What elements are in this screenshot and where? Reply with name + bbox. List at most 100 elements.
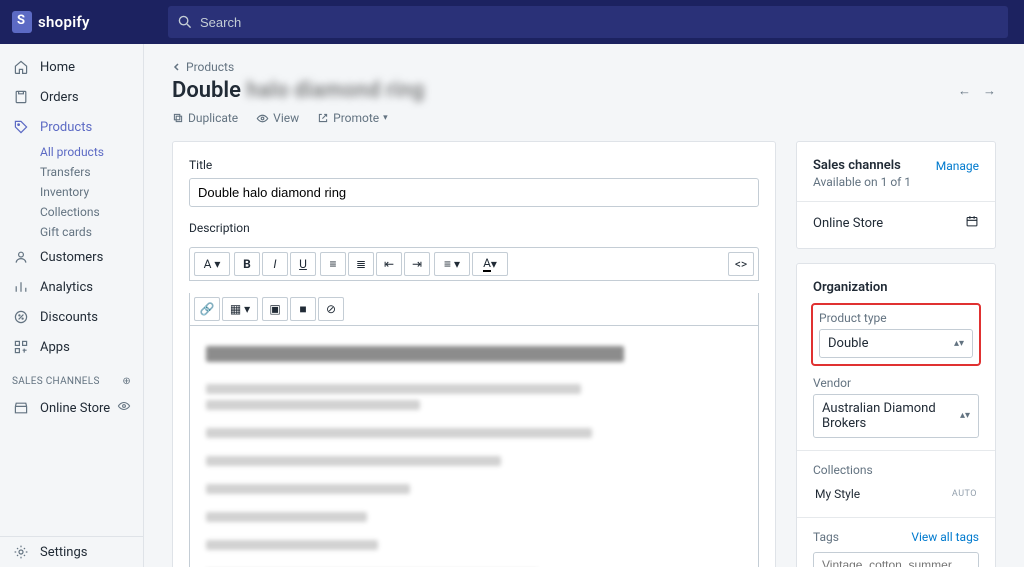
- home-icon: [12, 58, 30, 76]
- sales-channels-card: Sales channels Manage Available on 1 of …: [796, 141, 996, 249]
- nav-customers[interactable]: Customers: [0, 242, 143, 272]
- customers-icon: [12, 248, 30, 266]
- description-label: Description: [189, 221, 759, 235]
- nav-label: Online Store: [40, 401, 110, 416]
- link-button[interactable]: 🔗: [194, 297, 220, 321]
- nav-label: Discounts: [40, 310, 98, 325]
- promote-button[interactable]: Promote▾: [317, 111, 388, 125]
- collection-row: My Style AUTO: [813, 483, 979, 505]
- next-product-button[interactable]: →: [983, 83, 996, 99]
- format-dropdown[interactable]: A ▾: [194, 252, 230, 276]
- discounts-icon: [12, 308, 30, 326]
- page-actions: Duplicate View Promote▾: [172, 111, 996, 125]
- brand-name: shopify: [38, 13, 90, 31]
- organization-card: Organization Product type Double ▴▾ Vend…: [796, 263, 996, 567]
- page-title: Double halo diamond ring: [172, 78, 424, 103]
- nav-transfers[interactable]: Transfers: [0, 162, 143, 182]
- calendar-icon[interactable]: [965, 214, 979, 232]
- title-prefix: Double: [172, 78, 246, 103]
- organization-heading: Organization: [813, 280, 979, 295]
- view-button[interactable]: View: [256, 111, 299, 125]
- add-channel-icon[interactable]: ⊕: [122, 376, 131, 387]
- nav-inventory[interactable]: Inventory: [0, 182, 143, 202]
- product-type-field: Product type Double ▴▾: [813, 305, 979, 364]
- select-caret-icon: ▴▾: [960, 411, 970, 421]
- editor-toolbar-row2: 🔗 ▦ ▾ ▣ ■ ⊘: [189, 293, 759, 326]
- gear-icon: [12, 543, 30, 561]
- search-input[interactable]: [200, 15, 998, 30]
- bullet-list-button[interactable]: ≡: [320, 252, 346, 276]
- vendor-field: Vendor Australian Diamond Brokers ▴▾: [813, 376, 979, 438]
- product-pagination: ← →: [958, 83, 996, 99]
- italic-button[interactable]: I: [262, 252, 288, 276]
- title-redacted: halo diamond ring: [246, 78, 424, 103]
- analytics-icon: [12, 278, 30, 296]
- channels-label: SALES CHANNELS: [12, 376, 100, 387]
- vendor-label: Vendor: [813, 376, 979, 390]
- title-label: Title: [189, 158, 759, 172]
- product-type-select[interactable]: Double ▴▾: [819, 329, 973, 358]
- nav-all-products[interactable]: All products: [0, 142, 143, 162]
- vendor-select[interactable]: Australian Diamond Brokers ▴▾: [813, 394, 979, 438]
- clear-format-button[interactable]: ⊘: [318, 297, 344, 321]
- title-input[interactable]: [189, 178, 759, 207]
- eye-icon: [256, 112, 269, 125]
- sales-channels-header: SALES CHANNELS ⊕: [0, 362, 143, 393]
- eye-icon[interactable]: [117, 399, 131, 417]
- nav-gift-cards[interactable]: Gift cards: [0, 222, 143, 242]
- view-all-tags-link[interactable]: View all tags: [911, 530, 979, 544]
- nav-label: Orders: [40, 90, 79, 105]
- underline-button[interactable]: U: [290, 252, 316, 276]
- nav-label: Apps: [40, 340, 70, 355]
- table-button[interactable]: ▦ ▾: [222, 297, 258, 321]
- html-button[interactable]: <>: [728, 252, 754, 276]
- collections-label: Collections: [813, 463, 979, 477]
- nav-products[interactable]: Products: [0, 112, 143, 142]
- nav-apps[interactable]: Apps: [0, 332, 143, 362]
- shopify-bag-icon: [12, 11, 32, 33]
- color-dropdown[interactable]: A ▾: [472, 252, 508, 276]
- nav-discounts[interactable]: Discounts: [0, 302, 143, 332]
- indent-button[interactable]: ⇥: [404, 252, 430, 276]
- product-form-card: Title Description A ▾ B I U ≡ ≣ ⇤ ⇥ ≡ ▾ …: [172, 141, 776, 567]
- search-icon: [178, 15, 192, 29]
- outdent-button[interactable]: ⇤: [376, 252, 402, 276]
- external-icon: [317, 112, 329, 124]
- prev-product-button[interactable]: ←: [958, 83, 971, 99]
- collection-name: My Style: [815, 487, 860, 501]
- nav-analytics[interactable]: Analytics: [0, 272, 143, 302]
- global-search[interactable]: [168, 6, 1008, 38]
- availability-text: Available on 1 of 1: [813, 175, 979, 189]
- nav-label: Settings: [40, 545, 87, 560]
- nav-online-store[interactable]: Online Store: [0, 393, 143, 423]
- nav-collections[interactable]: Collections: [0, 202, 143, 222]
- numbered-list-button[interactable]: ≣: [348, 252, 374, 276]
- nav-settings[interactable]: Settings: [0, 537, 143, 567]
- auto-badge: AUTO: [952, 489, 977, 499]
- video-button[interactable]: ■: [290, 297, 316, 321]
- nav-label: Analytics: [40, 280, 93, 295]
- sidebar: Home Orders Products All products Transf…: [0, 44, 144, 567]
- back-to-products[interactable]: Products: [172, 60, 234, 74]
- description-editor[interactable]: [189, 326, 759, 567]
- editor-toolbar: A ▾ B I U ≡ ≣ ⇤ ⇥ ≡ ▾ A ▾ <>: [189, 247, 759, 281]
- online-store-label: Online Store: [813, 216, 883, 231]
- nav-home[interactable]: Home: [0, 52, 143, 82]
- chevron-down-icon: ▾: [383, 113, 388, 123]
- image-button[interactable]: ▣: [262, 297, 288, 321]
- products-icon: [12, 118, 30, 136]
- logo-cell: shopify: [0, 0, 144, 44]
- brand-logo[interactable]: shopify: [12, 11, 90, 33]
- nav-label: Home: [40, 60, 75, 75]
- tags-label: Tags: [813, 530, 839, 544]
- top-bar: shopify: [0, 0, 1024, 44]
- main-content: Products Double halo diamond ring ← → Du…: [144, 44, 1024, 567]
- bold-button[interactable]: B: [234, 252, 260, 276]
- orders-icon: [12, 88, 30, 106]
- tags-input[interactable]: [813, 552, 979, 567]
- align-dropdown[interactable]: ≡ ▾: [434, 252, 470, 276]
- duplicate-button[interactable]: Duplicate: [172, 111, 238, 125]
- manage-channels-link[interactable]: Manage: [936, 159, 979, 173]
- nav-orders[interactable]: Orders: [0, 82, 143, 112]
- product-type-value: Double: [828, 336, 868, 351]
